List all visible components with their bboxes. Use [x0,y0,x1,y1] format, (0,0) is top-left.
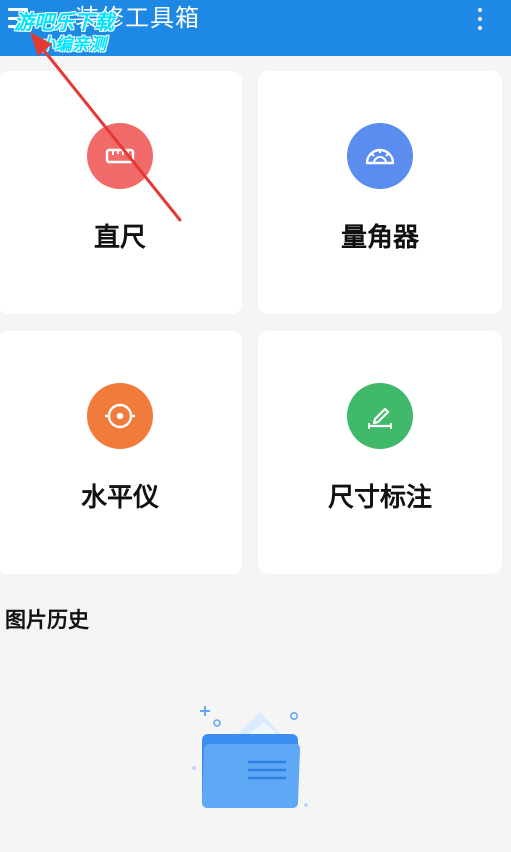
dimension-pencil-icon [347,383,413,449]
ruler-icon [87,123,153,189]
tool-card-dimension[interactable]: 尺寸标注 [258,331,502,574]
tool-label-level: 水平仪 [80,483,159,513]
tool-card-level[interactable]: 水平仪 [0,331,242,574]
more-options-icon[interactable] [473,8,487,30]
level-icon [87,383,153,449]
hamburger-menu-icon[interactable] [8,8,28,28]
tool-label-ruler: 直尺 [93,223,146,253]
tool-label-protractor: 量角器 [340,223,419,253]
app-bar: 装修工具箱 [0,0,511,56]
tool-label-dimension: 尺寸标注 [327,483,432,513]
app-title: 装修工具箱 [75,4,200,32]
history-section-title: 图片历史 [5,608,89,632]
empty-folder-icon [190,704,310,814]
tool-card-protractor[interactable]: 量角器 [258,71,502,314]
tool-card-ruler[interactable]: 直尺 [0,71,242,314]
protractor-icon [347,123,413,189]
